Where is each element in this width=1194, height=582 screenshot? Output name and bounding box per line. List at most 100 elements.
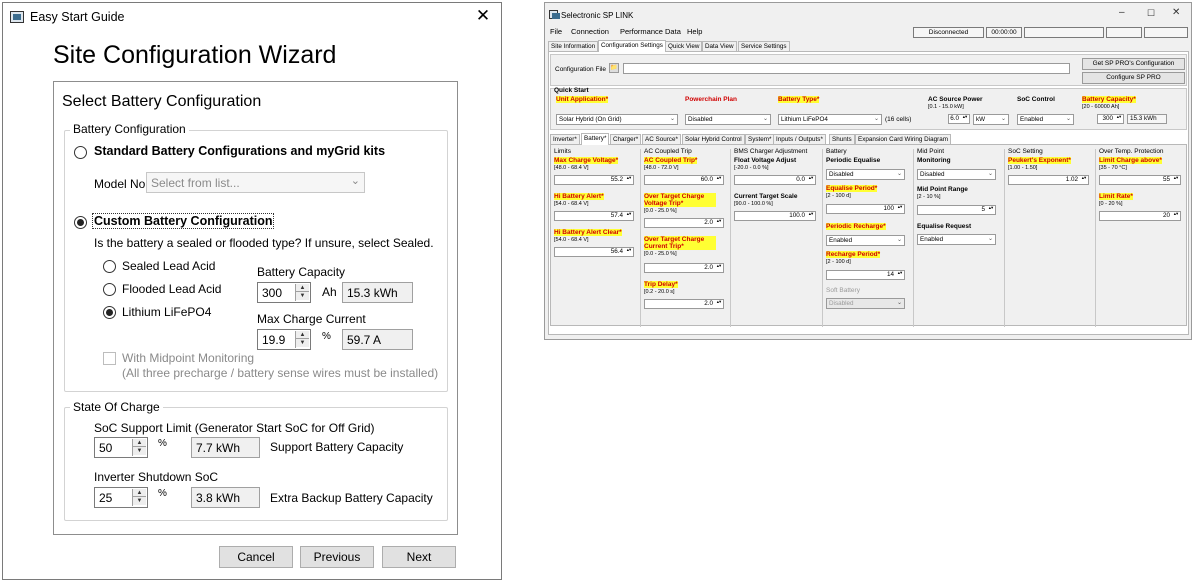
equalise-request-select[interactable]: Enabled ⌄ [917, 234, 996, 245]
max-charge-voltage-input[interactable]: 55.2 [554, 175, 634, 185]
trip-delay-input[interactable]: 2.0 [644, 299, 724, 309]
chevron-down-icon: ⌄ [1065, 116, 1071, 122]
model-no-select[interactable]: Select from list... ⌄ [146, 172, 365, 193]
spin-down-icon[interactable]: ▼ [133, 447, 146, 455]
ot-current-trip-label: Over Target Charge Current Trip* [644, 236, 716, 250]
peukert-input[interactable]: 1.02 [1008, 175, 1089, 185]
sp-link-window: Selectronic SP LINK – ☐ ✕ File Connectio… [544, 2, 1192, 340]
shutdown-spinner[interactable]: ▲ ▼ [132, 489, 146, 506]
folder-icon[interactable]: 📁 [609, 63, 619, 73]
spin-down-icon[interactable]: ▼ [296, 292, 309, 300]
max-charge-current-input[interactable]: 19.9 ▲ ▼ [257, 329, 311, 350]
configure-button[interactable]: Configure SP PRO [1082, 72, 1185, 84]
separator [1004, 149, 1005, 327]
spin-down-icon[interactable]: ▼ [133, 497, 146, 505]
chevron-down-icon: ⌄ [762, 116, 768, 122]
float-voltage-input[interactable]: 0.0 [734, 175, 816, 185]
ot-voltage-trip-range: [0.0 - 25.0 %] [644, 208, 677, 214]
inverter-shutdown-input[interactable]: 25 ▲ ▼ [94, 487, 148, 508]
app-icon [10, 11, 24, 23]
midpoint-range-range: [2 - 10 %] [917, 194, 941, 200]
limit-rate-input[interactable]: 20 [1099, 211, 1181, 221]
limit-rate-label: Limit Rate* [1099, 193, 1133, 200]
spin-up-icon[interactable]: ▲ [296, 331, 309, 339]
previous-button[interactable]: Previous [300, 546, 374, 568]
cancel-button[interactable]: Cancel [219, 546, 293, 568]
midpoint-range-input[interactable]: 5 [917, 205, 996, 215]
flooded-lead-acid-label[interactable]: Flooded Lead Acid [122, 282, 221, 296]
standard-config-radio[interactable] [74, 146, 87, 159]
recharge-period-range: [2 - 100 d] [826, 259, 851, 265]
sealed-lead-acid-label[interactable]: Sealed Lead Acid [122, 259, 215, 273]
limit-charge-input[interactable]: 55 [1099, 175, 1181, 185]
battery-type-select[interactable]: Lithium LiFePO4 ⌄ [778, 114, 882, 125]
battery-capacity-input[interactable]: 300 ▲ ▼ [257, 282, 311, 303]
limit-charge-label: Limit Charge above* [1099, 157, 1162, 164]
soc-control-select[interactable]: Enabled ⌄ [1017, 114, 1074, 125]
periodic-recharge-select[interactable]: Enabled ⌄ [826, 235, 905, 246]
menu-help[interactable]: Help [687, 27, 702, 36]
periodic-equalise-label: Periodic Equalise [826, 157, 881, 164]
ac-source-input[interactable]: 6.0 [948, 114, 970, 124]
custom-config-label[interactable]: Custom Battery Configuration [92, 213, 275, 229]
battery-type-label: Battery Type* [778, 96, 820, 103]
midpoint-monitoring-select[interactable]: Disabled ⌄ [917, 169, 996, 180]
menu-file[interactable]: File [550, 27, 562, 36]
window-title: Selectronic SP LINK [561, 11, 634, 20]
periodic-equalise-select[interactable]: Disabled ⌄ [826, 169, 905, 180]
spin-down-icon[interactable]: ▼ [296, 339, 309, 347]
spin-up-icon[interactable]: ▲ [133, 439, 146, 447]
get-config-button[interactable]: Get SP PRO's Configuration [1082, 58, 1185, 70]
ot-current-trip-input[interactable]: 2.0 [644, 263, 724, 273]
powerchain-select[interactable]: Disabled ⌄ [685, 114, 771, 125]
hi-battery-alert-clear-input[interactable]: 56.4 [554, 247, 634, 257]
soc-support-spinner[interactable]: ▲ ▼ [132, 439, 146, 456]
ot-voltage-trip-input[interactable]: 2.0 [644, 218, 724, 228]
capacity-spinner[interactable]: ▲ ▼ [295, 284, 309, 301]
menu-connection[interactable]: Connection [571, 27, 609, 36]
config-file-input[interactable] [623, 63, 1070, 74]
battery-capacity-input[interactable]: 300 [1097, 114, 1124, 124]
quick-start-label: Quick Start [554, 87, 589, 94]
subtab-battery[interactable]: Battery* [581, 133, 610, 145]
unit-application-select[interactable]: Solar Hybrid (On Grid) ⌄ [556, 114, 678, 125]
max-charge-spinner[interactable]: ▲ ▼ [295, 331, 309, 348]
hi-battery-alert-input[interactable]: 57.4 [554, 211, 634, 221]
tab-configuration-settings[interactable]: Configuration Settings [598, 40, 666, 52]
close-icon[interactable]: ✕ [1172, 7, 1180, 18]
ac-source-unit: kW [976, 116, 986, 123]
midpoint-monitoring-checkbox[interactable] [103, 352, 116, 365]
soc-support-input[interactable]: 50 ▲ ▼ [94, 437, 148, 458]
status-box-3 [1144, 27, 1188, 38]
minimize-icon[interactable]: – [1119, 7, 1125, 18]
ac-source-unit-select[interactable]: kW ⌄ [973, 114, 1009, 125]
separator [1095, 149, 1096, 327]
current-target-input[interactable]: 100.0 [734, 211, 816, 221]
recharge-period-input[interactable]: 14 [826, 270, 905, 280]
flooded-lead-acid-radio[interactable] [103, 283, 116, 296]
ac-coupled-trip-range: [48.0 - 72.0 V] [644, 165, 679, 171]
spin-up-icon[interactable]: ▲ [133, 489, 146, 497]
equalise-period-input[interactable]: 100 [826, 204, 905, 214]
menu-performance-data[interactable]: Performance Data [620, 27, 681, 36]
limits-title: Limits [554, 148, 571, 155]
custom-config-radio[interactable] [74, 216, 87, 229]
lithium-lifepo4-label[interactable]: Lithium LiFePO4 [122, 305, 211, 319]
close-icon[interactable]: ✕ [473, 5, 493, 27]
status-box-1 [1024, 27, 1104, 38]
model-no-placeholder: Select from list... [151, 176, 240, 190]
sealed-lead-acid-radio[interactable] [103, 260, 116, 273]
standard-config-label[interactable]: Standard Battery Configurations and myGr… [94, 144, 385, 158]
unit-application-value: Solar Hybrid (On Grid) [559, 116, 622, 123]
next-button[interactable]: Next [382, 546, 456, 568]
ac-coupled-trip-input[interactable]: 60.0 [644, 175, 724, 185]
soc-control-label: SoC Control [1017, 96, 1055, 103]
midpoint-monitoring-label[interactable]: With Midpoint Monitoring [122, 351, 254, 365]
battery-type-question: Is the battery a sealed or flooded type?… [94, 236, 434, 250]
equalise-request-value: Enabled [920, 236, 944, 243]
peukert-label: Peukert's Exponent* [1008, 157, 1071, 164]
spin-up-icon[interactable]: ▲ [296, 284, 309, 292]
lithium-lifepo4-radio[interactable] [103, 306, 116, 319]
inverter-shutdown-value: 25 [99, 491, 113, 505]
maximize-icon[interactable]: ☐ [1147, 8, 1155, 19]
